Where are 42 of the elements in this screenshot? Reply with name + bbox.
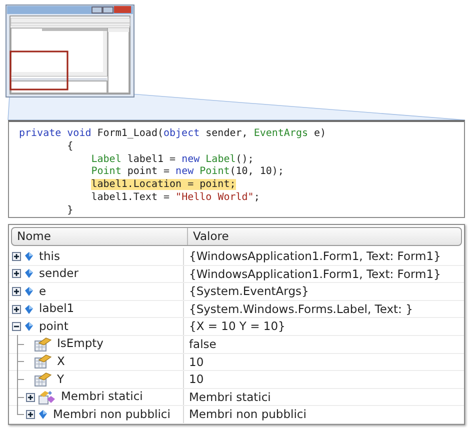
expand-icon[interactable] <box>12 286 21 296</box>
code-line: Label label1 = new Label(); <box>90 154 255 166</box>
variable-name: IsEmpty <box>57 335 104 352</box>
expand-icon[interactable] <box>26 392 35 402</box>
variable-name: label1 <box>39 300 74 318</box>
variable-value: {WindowsApplication1.Form1, Text: Form1} <box>188 266 442 282</box>
expand-icon[interactable] <box>12 304 21 314</box>
variable-value: 10 <box>188 354 205 370</box>
expand-icon[interactable] <box>12 252 21 261</box>
diamond-icon <box>24 250 34 262</box>
diamond-icon <box>24 304 34 315</box>
variable-name: Y <box>57 370 64 388</box>
diamond-icon <box>24 268 34 280</box>
code-line: private void Form1_Load(object sender, EventArgs e) <box>19 128 328 141</box>
variable-value: {X = 10 Y = 10} <box>188 318 286 335</box>
code-line: Point point = new Point(10, 10); <box>90 166 285 179</box>
variable-value: Membri statici <box>188 388 272 406</box>
collapse-icon[interactable] <box>12 322 21 332</box>
variable-value: false <box>188 336 218 353</box>
variable-value: 10 <box>188 371 205 388</box>
column-header: Nome <box>16 228 52 245</box>
variable-name: point <box>39 318 68 335</box>
code-line: label1.Text = "Hello World"; <box>90 192 261 205</box>
variable-value: Membri non pubblici <box>188 406 308 423</box>
code-line: } <box>66 204 74 218</box>
variable-name: this <box>39 248 60 264</box>
variable-name: sender <box>39 265 78 282</box>
diamond-icon <box>38 409 48 420</box>
code-line: { <box>66 140 74 154</box>
variable-name: Membri non pubblici <box>53 406 170 423</box>
expand-icon[interactable] <box>12 269 21 278</box>
expand-icon[interactable] <box>26 410 35 420</box>
variable-name: X <box>57 353 65 370</box>
variable-value: {System.EventArgs} <box>188 283 310 300</box>
diamond-icon <box>24 321 34 332</box>
variable-name: Membri statici <box>61 388 143 406</box>
variable-name: e <box>39 282 46 300</box>
variable-value: {System.Windows.Forms.Label, Text: } <box>188 300 414 318</box>
variable-value: {WindowsApplication1.Form1, Text: Form1} <box>188 248 442 265</box>
column-header: Valore <box>187 228 461 245</box>
zoom-frame <box>10 50 68 90</box>
diamond-icon <box>24 286 34 297</box>
